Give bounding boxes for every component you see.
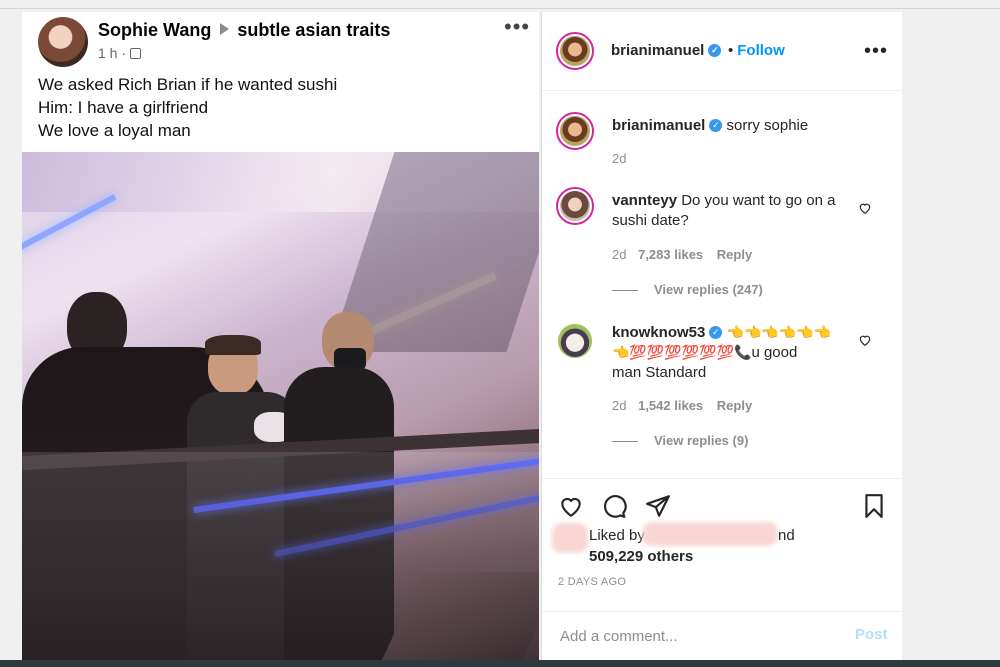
comment-text: u good xyxy=(751,344,798,361)
caption: brianimanuel ✓ sorry sophie xyxy=(612,116,808,136)
comment-time: 2d xyxy=(612,247,627,262)
caption-time: 2d xyxy=(612,151,627,166)
comment-time: 2d xyxy=(612,398,627,413)
post-text-line: We love a loyal man xyxy=(38,121,191,140)
comment-username[interactable]: knowknow53 xyxy=(612,324,705,341)
view-replies-button[interactable]: View replies (9) xyxy=(612,433,748,448)
facebook-post: Sophie Wang subtle asian traits 1 h · •••… xyxy=(22,12,539,660)
header-separator: • xyxy=(728,42,734,59)
post-text-line: We asked Rich Brian if he wanted sushi xyxy=(38,75,338,94)
caption-text: sorry sophie xyxy=(726,117,809,134)
reply-button[interactable]: Reply xyxy=(717,398,752,413)
like-heart-icon[interactable] xyxy=(558,493,584,519)
comment-bubble-icon[interactable] xyxy=(601,493,627,519)
post-photo[interactable] xyxy=(22,152,539,660)
more-options-icon[interactable]: ••• xyxy=(864,40,888,63)
redacted-liker-avatar xyxy=(552,523,588,553)
privacy-icon xyxy=(130,47,142,59)
view-replies-label[interactable]: View replies (247) xyxy=(654,282,763,297)
verified-badge-icon: ✓ xyxy=(709,118,723,132)
post-options-icon[interactable]: ••• xyxy=(504,14,530,40)
ig-header-avatar[interactable] xyxy=(556,32,594,70)
comment-meta: 2d 7,283 likes Reply xyxy=(612,247,752,262)
comment-avatar[interactable] xyxy=(556,187,594,225)
verified-badge-icon: ✓ xyxy=(708,43,722,57)
view-replies-dash xyxy=(612,290,638,292)
view-replies-dash xyxy=(612,441,638,443)
comment-line: 👈💯💯💯💯💯💯📞u good xyxy=(612,343,852,363)
comment-username[interactable]: vannteyy xyxy=(612,192,677,209)
add-comment-bar: Post xyxy=(542,611,902,661)
liked-others-count[interactable]: 509,229 others xyxy=(589,548,693,565)
caption-username[interactable]: brianimanuel xyxy=(612,117,705,134)
comment-line: knowknow53 ✓ 👈👈👈👈👈👈 xyxy=(612,323,852,343)
photo-person-hair xyxy=(205,335,261,355)
play-arrow-icon xyxy=(220,23,230,36)
follow-row: • Follow xyxy=(728,42,785,59)
comment-emoji: 👈👈👈👈👈👈 xyxy=(726,324,832,340)
comment-likes[interactable]: 7,283 likes xyxy=(638,247,703,262)
post-text: We asked Rich Brian if he wanted sushi H… xyxy=(38,73,337,142)
comment-emoji: 👈💯💯💯💯💯💯📞 xyxy=(612,344,752,360)
ig-header: brianimanuel ✓ • Follow ••• xyxy=(542,12,902,91)
comment-meta: 2d 1,542 likes Reply xyxy=(612,398,752,413)
share-paper-plane-icon[interactable] xyxy=(645,493,671,519)
taskbar-strip xyxy=(0,660,1000,667)
comment-text: man Standard xyxy=(612,364,707,381)
post-meta: 1 h · xyxy=(98,45,142,61)
post-time[interactable]: 1 h · xyxy=(98,45,126,61)
follow-button[interactable]: Follow xyxy=(737,42,785,59)
post-text-line: Him: I have a girlfriend xyxy=(38,98,209,117)
author-name[interactable]: Sophie Wang xyxy=(98,20,211,40)
post-comment-button[interactable]: Post xyxy=(855,626,888,643)
view-replies-button[interactable]: View replies (247) xyxy=(612,282,763,297)
view-replies-label[interactable]: View replies (9) xyxy=(654,433,748,448)
caption-avatar[interactable] xyxy=(556,112,594,150)
liked-by-suffix: nd xyxy=(778,527,795,544)
post-header: Sophie Wang subtle asian traits xyxy=(98,20,390,41)
add-comment-input[interactable] xyxy=(558,620,832,652)
window-top-border xyxy=(0,8,1000,9)
like-comment-heart-icon[interactable] xyxy=(858,333,872,347)
verified-badge-icon: ✓ xyxy=(709,325,723,339)
liked-by-prefix: Liked by xyxy=(589,527,645,544)
redacted-liker-name xyxy=(642,522,778,546)
like-comment-heart-icon[interactable] xyxy=(858,201,872,215)
instagram-panel: brianimanuel ✓ • Follow ••• brianimanuel ✓ … xyxy=(541,12,902,660)
comment-likes[interactable]: 1,542 likes xyxy=(638,398,703,413)
author-avatar[interactable] xyxy=(38,17,88,67)
reply-button[interactable]: Reply xyxy=(717,247,752,262)
comment: vannteyy Do you want to go on a sushi da… xyxy=(612,191,847,231)
group-name[interactable]: subtle asian traits xyxy=(237,20,390,40)
liked-by-line: Liked by xyxy=(589,527,645,544)
ig-header-username[interactable]: brianimanuel xyxy=(611,42,704,59)
comment: knowknow53 ✓ 👈👈👈👈👈👈 👈💯💯💯💯💯💯📞u good man St… xyxy=(612,323,852,383)
save-bookmark-icon[interactable] xyxy=(861,493,887,519)
comment-avatar[interactable] xyxy=(558,324,592,358)
post-timestamp: 2 DAYS AGO xyxy=(558,576,627,588)
ig-header-username-row: brianimanuel ✓ xyxy=(611,42,722,59)
